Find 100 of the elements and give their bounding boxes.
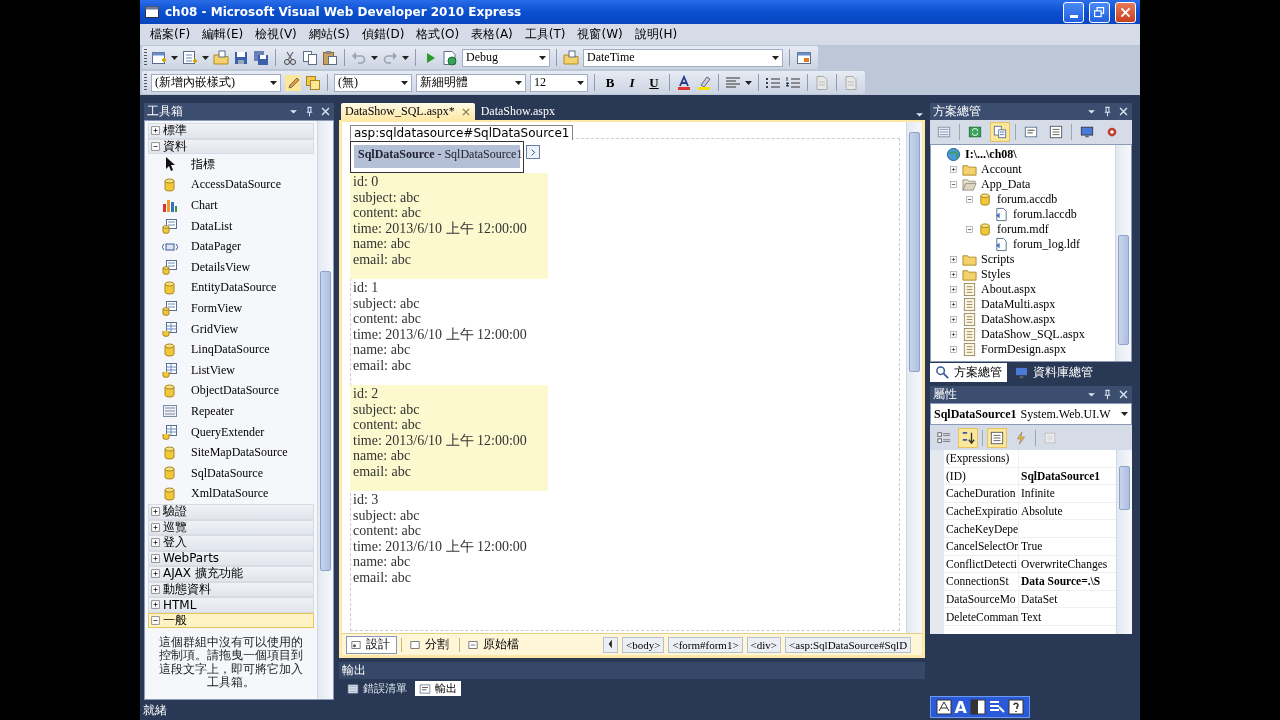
caret-icon[interactable] — [401, 80, 408, 85]
new-project-icon[interactable] — [151, 49, 167, 66]
caret-icon[interactable] — [202, 55, 209, 60]
combo-box[interactable]: 12 — [530, 73, 588, 92]
close-icon[interactable] — [460, 106, 471, 117]
keyboard-icon[interactable] — [935, 699, 952, 715]
menu-item[interactable]: 檔案(F) — [144, 24, 197, 45]
breadcrumb[interactable]: <body> — [622, 636, 665, 653]
property-name[interactable]: (ID) — [944, 467, 1019, 485]
scroll-left-button[interactable] — [603, 636, 618, 653]
tree-item[interactable]: forum.mdf — [965, 222, 1113, 237]
category-header[interactable]: HTML — [148, 597, 314, 613]
help-icon[interactable] — [1008, 699, 1024, 715]
scrollbar[interactable] — [1116, 450, 1132, 634]
caret-icon[interactable] — [745, 80, 752, 85]
toolbox-item[interactable]: DataList — [148, 215, 314, 237]
breadcrumb[interactable]: <form#form1> — [668, 636, 743, 653]
property-name[interactable]: ConflictDetecti — [944, 555, 1019, 573]
plus-box-icon[interactable] — [949, 300, 958, 309]
menu-item[interactable]: 編輯(E) — [196, 24, 250, 45]
caret-icon[interactable] — [539, 55, 546, 60]
font-color-icon[interactable] — [676, 74, 692, 91]
window-icon[interactable] — [796, 49, 812, 66]
plus-box-icon[interactable] — [949, 255, 958, 264]
tree-item[interactable]: About.aspx — [949, 282, 1113, 297]
restore-button[interactable] — [1089, 1, 1110, 23]
minus-box-icon[interactable] — [965, 195, 974, 204]
toolbox-item[interactable]: LinqDataSource — [148, 339, 314, 360]
scrollbar[interactable] — [906, 122, 922, 633]
tree-item[interactable]: Account — [949, 162, 1113, 177]
property-name[interactable]: CacheKeyDepe — [944, 520, 1019, 537]
property-value[interactable]: OverwriteChanges — [1019, 557, 1108, 570]
open-file-icon[interactable] — [563, 49, 579, 66]
property-value[interactable]: SqlDataSource1 — [1019, 469, 1101, 482]
combo-box[interactable]: (無) — [334, 73, 412, 92]
combo-box[interactable]: Debug — [462, 48, 550, 67]
pin-icon[interactable] — [1102, 106, 1113, 117]
pin-icon[interactable] — [1102, 389, 1113, 400]
tree-item[interactable]: DataShow_SQL.aspx — [949, 327, 1113, 342]
view-tab[interactable]: 分割 — [406, 635, 455, 654]
toolbox-item[interactable]: 指標 — [148, 154, 314, 175]
caret-icon[interactable] — [772, 55, 779, 60]
minimize-button[interactable] — [1063, 1, 1084, 23]
category-header[interactable]: 驗證 — [148, 504, 314, 520]
object-selector[interactable]: SqlDataSource1 System.Web.UI.W — [930, 403, 1132, 425]
menu-item[interactable]: 說明(H) — [628, 24, 684, 45]
tree-item[interactable]: DataMulti.aspx — [949, 297, 1113, 312]
toolbox-item[interactable]: GridView — [148, 318, 314, 340]
tree-item[interactable]: Styles — [949, 267, 1113, 282]
menu-item[interactable]: 檢視(V) — [249, 24, 303, 45]
property-name[interactable]: ConnectionSt — [944, 573, 1019, 590]
breadcrumb[interactable]: <div> — [746, 636, 782, 653]
panel-tab[interactable]: 資料庫總管 — [1009, 363, 1098, 382]
tree-item[interactable]: App_Data — [949, 177, 1113, 192]
caret-icon[interactable] — [515, 80, 522, 85]
input-mode-indicator[interactable]: A — [954, 697, 967, 717]
category-header[interactable]: AJAX 擴充功能 — [148, 566, 314, 582]
toolbar-grip[interactable] — [144, 74, 147, 91]
caret-icon[interactable] — [1121, 412, 1128, 416]
property-name[interactable]: CacheDuration — [944, 485, 1019, 502]
plus-box-icon[interactable] — [949, 285, 958, 294]
toolbox-item[interactable]: DetailsView — [148, 256, 314, 278]
property-value[interactable]: Text — [1019, 610, 1042, 623]
property-name[interactable]: (Expressions) — [944, 450, 1019, 467]
caret-icon[interactable] — [270, 80, 277, 85]
toolbox-item[interactable]: XmlDataSource — [148, 483, 314, 505]
toolbox-item[interactable]: SqlDataSource — [148, 462, 314, 484]
combo-box[interactable]: DateTime — [583, 48, 783, 67]
property-value[interactable]: Absolute — [1019, 505, 1063, 518]
caret-icon[interactable] — [371, 55, 378, 60]
plus-box-icon[interactable] — [150, 506, 161, 518]
toolbox-item[interactable]: FormView — [148, 298, 314, 319]
tree-item[interactable]: I:\...\ch08\ — [933, 147, 1113, 162]
breadcrumb[interactable]: <asp:SqlDataSource#SqlD — [785, 636, 912, 653]
pin-icon[interactable] — [304, 106, 315, 117]
plus-box-icon[interactable] — [150, 583, 161, 595]
plus-box-icon[interactable] — [949, 330, 958, 339]
page-icon[interactable] — [442, 49, 458, 66]
plus-box-icon[interactable] — [150, 125, 161, 137]
plus-box-icon[interactable] — [150, 537, 161, 549]
pen-icon[interactable] — [989, 699, 1005, 715]
panel-tab[interactable]: 方案總管 — [930, 363, 1007, 382]
menu-item[interactable]: 偵錯(D) — [355, 24, 411, 45]
plus-box-icon[interactable] — [150, 521, 161, 533]
floppy-disks-icon[interactable] — [253, 49, 269, 66]
tree-item[interactable]: FormDesign.aspx — [949, 342, 1113, 357]
caret-icon[interactable] — [577, 80, 584, 85]
toolbox-item[interactable]: ListView — [148, 359, 314, 381]
toolbox-item[interactable]: Chart — [148, 195, 314, 216]
toolbox-item[interactable]: SiteMapDataSource — [148, 442, 314, 463]
close-button[interactable] — [1115, 1, 1136, 23]
smart-tag-button[interactable] — [526, 145, 540, 159]
toolbox-item[interactable]: EntityDataSource — [148, 277, 314, 299]
tree-item[interactable]: forum.accdb — [965, 192, 1113, 207]
toolbox-item[interactable]: ObjectDataSource — [148, 380, 314, 402]
layers-icon[interactable] — [305, 74, 321, 91]
property-name[interactable]: CacheExpiratio — [944, 502, 1019, 520]
toolbox-item[interactable]: QueryExtender — [148, 421, 314, 443]
add-item-icon[interactable] — [182, 49, 198, 66]
document-tab[interactable]: DataShow.aspx — [476, 103, 559, 120]
